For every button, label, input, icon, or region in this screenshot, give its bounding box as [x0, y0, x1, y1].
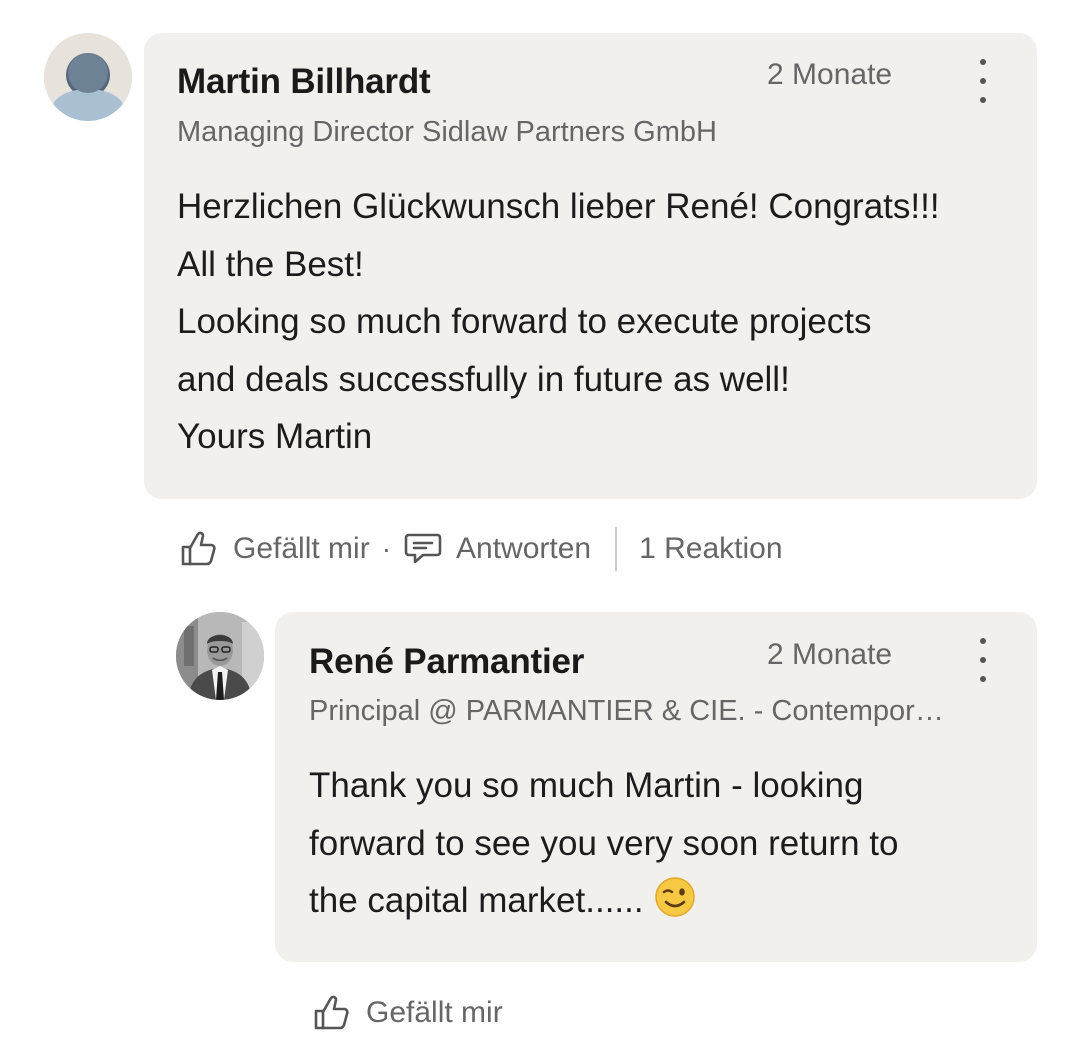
wink-emoji-icon: [654, 877, 695, 917]
comment-author-name[interactable]: Martin Billhardt: [177, 62, 431, 102]
reply-like-button[interactable]: Gefällt mir: [313, 994, 503, 1032]
reply-actions: Gefällt mir: [313, 991, 503, 1035]
profile-photo: [176, 612, 264, 700]
reply-body-line: Thank you so much Martin - looking: [309, 766, 864, 805]
reply-author-name[interactable]: René Parmantier: [309, 642, 584, 682]
comment-body-line: Looking so much forward to execute proje…: [177, 302, 872, 341]
reply-body-line: the capital market......: [309, 872, 898, 930]
reply-author-headline: Principal @ PARMANTIER & CIE. - Contempo…: [309, 695, 944, 727]
comment-timestamp: 2 Monate: [767, 58, 893, 91]
comment-body-line: Yours Martin: [177, 417, 373, 456]
avatar[interactable]: [44, 33, 132, 121]
reply-label: Antworten: [456, 532, 592, 565]
reply-timestamp: 2 Monate: [767, 638, 893, 671]
reply-body-line-text: the capital market......: [309, 881, 644, 920]
reply-more-options-icon[interactable]: [968, 638, 998, 682]
comment-body: Herzlichen Glückwunsch lieber René! Cong…: [177, 178, 940, 466]
like-label: Gefällt mir: [233, 532, 370, 565]
speech-bubble-icon: [404, 533, 442, 564]
reply-avatar[interactable]: [176, 612, 264, 700]
comment-body-line: and deals successfully in future as well…: [177, 359, 790, 399]
reactions-count-link[interactable]: 1 Reaktion: [639, 532, 782, 566]
comment-more-options-icon[interactable]: [968, 59, 998, 103]
thumbs-up-icon: [314, 995, 349, 1030]
reply-button[interactable]: Antworten: [403, 531, 591, 567]
comment-thread: Martin Billhardt 2 Monate Managing Direc…: [0, 0, 1080, 1064]
comment-actions: Gefällt mir · Antworten 1 Reaktion: [180, 527, 783, 571]
action-separator: ·: [381, 533, 392, 564]
thumbs-up-icon: [181, 531, 216, 566]
default-person-icon: [44, 33, 132, 121]
reply-like-label: Gefällt mir: [366, 996, 503, 1029]
comment-body-line: Herzlichen Glückwunsch lieber René! Cong…: [177, 187, 940, 226]
action-divider: [615, 527, 618, 571]
like-button[interactable]: Gefällt mir: [180, 530, 370, 568]
reply-body: Thank you so much Martin - looking forwa…: [309, 757, 898, 930]
comment-body-line: All the Best!: [177, 244, 364, 284]
comment-author-headline: Managing Director Sidlaw Partners GmbH: [177, 116, 717, 148]
reply-body-line: forward to see you very soon return to: [309, 823, 899, 863]
